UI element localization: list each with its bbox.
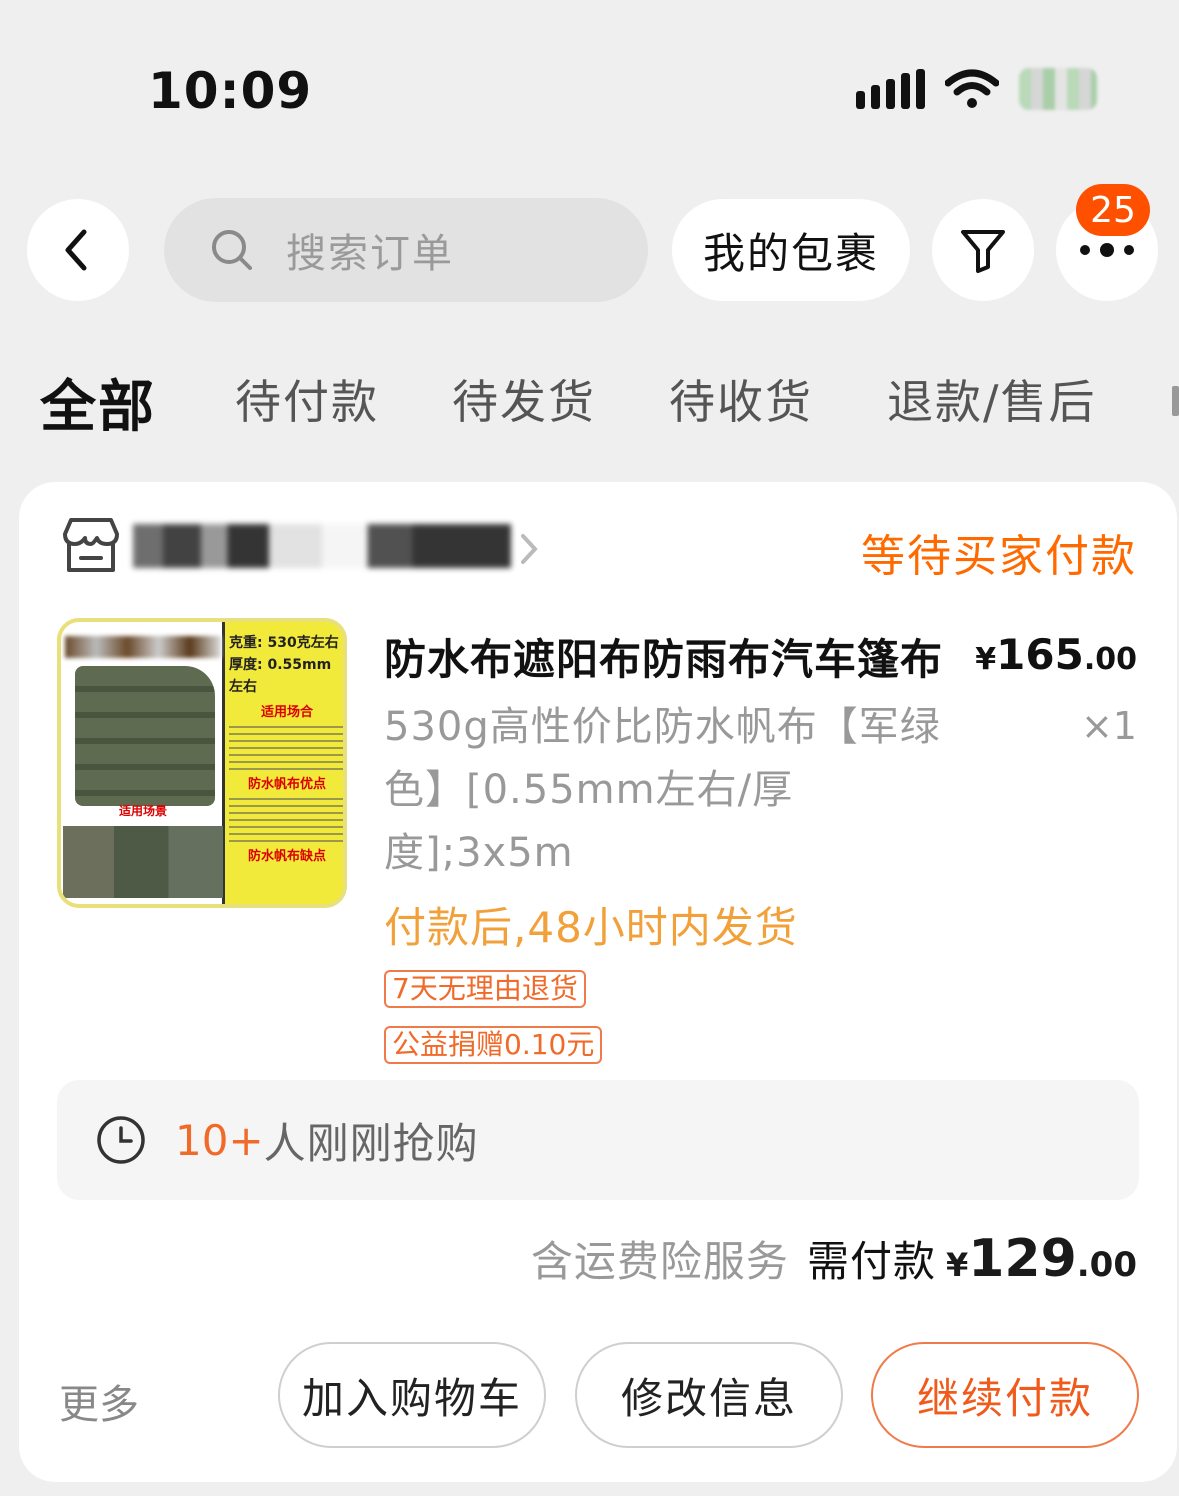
product-sku: 530g高性价比防水帆布【军绿色】[0.55mm左右/厚度];3x5m: [384, 704, 941, 876]
thumbnail-brand-redacted: [65, 636, 221, 658]
total-decimal: .00: [1076, 1245, 1137, 1285]
recent-buyers-count: 10+: [175, 1115, 264, 1165]
tab-refund-aftersale[interactable]: 退款/售后: [887, 366, 1097, 432]
product-title[interactable]: 防水布遮阳布防雨布汽车篷布: [384, 626, 984, 687]
battery-icon: [1019, 68, 1097, 110]
recent-buyers-text: 人刚刚抢购: [263, 1118, 479, 1168]
thumbnail-text-lines: [229, 726, 343, 770]
filter-button[interactable]: [932, 199, 1034, 301]
shipping-note: 付款后,48小时内发货: [384, 903, 798, 952]
order-card: 等待买家付款 适用场景 克重: 530克左右 厚度: 0.55mm左右 适用场合…: [19, 482, 1177, 1482]
thumbnail-photo-panel: 适用场景: [61, 622, 225, 904]
search-input[interactable]: 搜索订单: [164, 198, 648, 302]
thumbnail-text-lines: [229, 798, 343, 842]
wifi-icon: [945, 69, 999, 108]
tab-pending-payment[interactable]: 待付款: [235, 366, 379, 432]
thumbnail-weight: 克重: 530克左右: [229, 635, 339, 651]
cellular-signal-icon: [856, 69, 925, 109]
more-dots-icon: [1080, 243, 1134, 257]
order-total: 含运费险服务 需付款 ¥129.00: [531, 1228, 1137, 1289]
product-price: ¥165.00: [975, 630, 1137, 679]
total-symbol: ¥: [945, 1246, 969, 1284]
need-pay-label: 需付款: [806, 1237, 936, 1286]
store-name-redacted[interactable]: [133, 524, 511, 568]
total-integer: 129: [968, 1229, 1077, 1289]
continue-payment-button[interactable]: 继续付款: [871, 1342, 1139, 1448]
order-tabs: 全部 待付款 待发货 待收货 退款/售后: [0, 366, 1179, 446]
chevron-left-icon: [65, 229, 87, 271]
price-symbol: ¥: [975, 642, 997, 677]
thumbnail-thickness: 厚度: 0.55mm左右: [229, 657, 332, 695]
product-thumbnail[interactable]: 适用场景 克重: 530克左右 厚度: 0.55mm左右 适用场合 防水帆布优点…: [57, 618, 347, 908]
thumbnail-pros-title: 防水帆布优点: [247, 777, 326, 792]
thumbnail-cons-title: 防水帆布缺点: [247, 849, 326, 864]
search-icon: [212, 230, 252, 270]
search-placeholder: 搜索订单: [286, 231, 454, 277]
recent-buyers-banner: 10+ 人刚刚抢购: [57, 1080, 1139, 1200]
my-packages-button[interactable]: 我的包裹: [672, 199, 910, 301]
truck-image: [63, 826, 223, 898]
clock-icon: [97, 1116, 145, 1164]
shipping-insurance-label: 含运费险服务: [530, 1237, 789, 1286]
product-quantity: ×1: [1080, 704, 1137, 748]
tab-pending-receipt[interactable]: 待收货: [669, 366, 813, 432]
thumbnail-spec-panel: 克重: 530克左右 厚度: 0.55mm左右 适用场合 防水帆布优点 防水帆布…: [229, 632, 343, 868]
edit-info-button[interactable]: 修改信息: [575, 1342, 843, 1448]
order-status: 等待买家付款: [861, 531, 1137, 582]
store-icon: [63, 518, 119, 572]
status-indicators: [856, 66, 1097, 112]
notification-badge: 25: [1076, 184, 1150, 236]
return-policy-tag: 7天无理由退货: [384, 970, 586, 1008]
charity-donation-tag: 公益捐赠0.10元: [384, 1026, 603, 1064]
status-time: 10:09: [148, 62, 313, 120]
back-button[interactable]: [27, 199, 129, 301]
chevron-right-icon[interactable]: [517, 532, 541, 566]
tab-overflow-hint: [1172, 386, 1179, 416]
price-integer: 165: [996, 630, 1084, 679]
tab-pending-shipment[interactable]: 待发货: [452, 366, 596, 432]
tarp-image: [75, 666, 215, 806]
more-actions-link[interactable]: 更多: [59, 1372, 139, 1430]
add-to-cart-button[interactable]: 加入购物车: [278, 1342, 546, 1448]
thumbnail-scene-label: 适用场景: [119, 804, 168, 818]
thumbnail-usage-title: 适用场合: [260, 705, 313, 720]
filter-icon: [961, 230, 1005, 273]
tab-all[interactable]: 全部: [40, 362, 156, 443]
price-decimal: .00: [1083, 642, 1137, 677]
